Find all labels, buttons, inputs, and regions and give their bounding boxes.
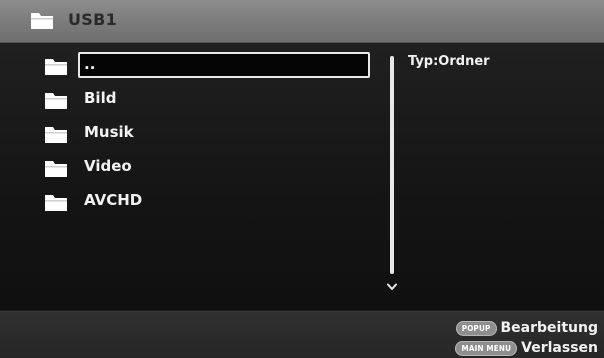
folder-icon	[44, 58, 68, 80]
file-list: .. Bild Musik Video AVCHD	[44, 52, 374, 222]
list-item-label: AVCHD	[84, 191, 143, 209]
list-item-avchd[interactable]: AVCHD	[44, 188, 374, 222]
item-type-info: Typ:Ordner	[408, 54, 490, 69]
chevron-down-icon[interactable]	[387, 276, 397, 295]
list-item-label: Video	[84, 157, 132, 175]
list-item-label: Bild	[84, 89, 117, 107]
folder-icon	[44, 194, 68, 216]
device-title: USB1	[68, 10, 118, 29]
selection-highlight	[78, 52, 370, 78]
list-item-label: Musik	[84, 123, 134, 141]
file-browser-pane: .. Bild Musik Video AVCHD Typ:Ordner	[0, 43, 604, 310]
list-item-parent-folder[interactable]: ..	[44, 52, 374, 86]
list-item-video[interactable]: Video	[44, 154, 374, 188]
footer-action-main-menu[interactable]: MAIN MENU Verlassen	[455, 338, 598, 358]
list-item-label: ..	[84, 55, 96, 73]
footer-action-popup[interactable]: POPUP Bearbeitung	[455, 318, 598, 338]
folder-icon	[30, 11, 54, 34]
list-item-musik[interactable]: Musik	[44, 120, 374, 154]
folder-icon	[44, 92, 68, 114]
folder-icon	[44, 126, 68, 148]
scrollbar-track[interactable]	[390, 56, 394, 274]
footer-help-bar: POPUP Bearbeitung MAIN MENU Verlassen	[0, 311, 604, 358]
popup-key-badge: POPUP	[455, 320, 497, 336]
list-item-bild[interactable]: Bild	[44, 86, 374, 120]
scrollbar[interactable]	[387, 56, 397, 290]
folder-icon	[44, 160, 68, 182]
title-bar: USB1	[0, 0, 604, 43]
popup-action-label: Bearbeitung	[500, 320, 598, 336]
main-menu-key-badge: MAIN MENU	[455, 340, 518, 356]
main-menu-action-label: Verlassen	[521, 340, 598, 356]
media-browser-screen: USB1 .. Bild Musik Video AVCHD Typ:Ordne…	[0, 0, 604, 358]
